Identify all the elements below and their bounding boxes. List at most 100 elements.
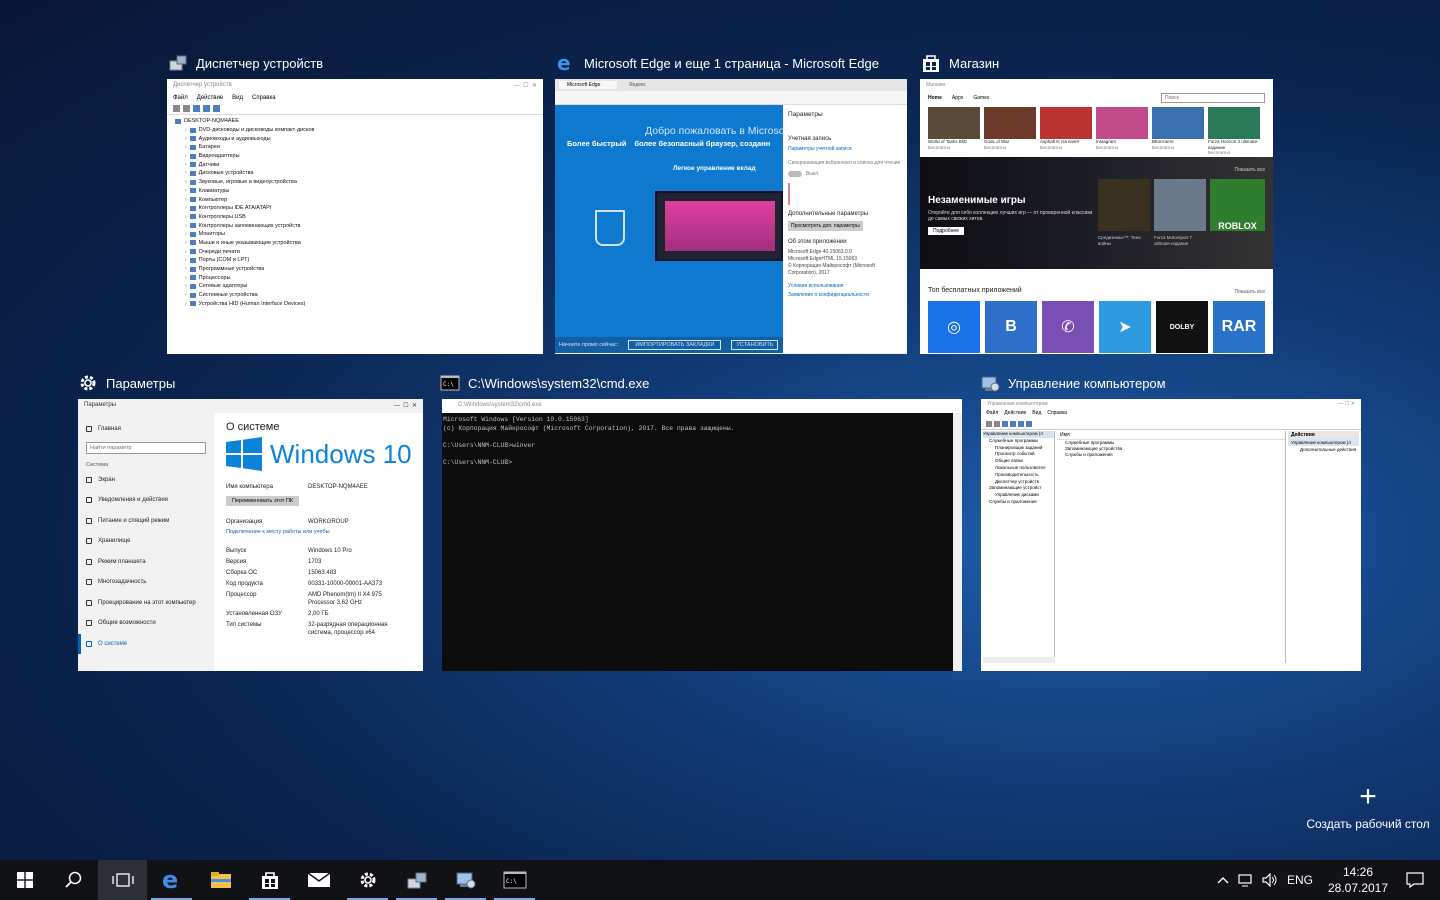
taskbar-cmd[interactable]: C:\ [490, 860, 539, 900]
device-category[interactable]: › Устройства HID (Human Interface Devices… [171, 299, 539, 308]
expand-icon[interactable]: › [185, 153, 187, 159]
task-view-button[interactable] [98, 860, 147, 900]
menu-file[interactable]: Файл [986, 410, 998, 419]
menu-action[interactable]: Действие [197, 95, 223, 101]
sidebar-item[interactable]: Общие возможности [78, 613, 214, 634]
banner-more-button[interactable]: Подробнее [928, 227, 964, 235]
store-search-input[interactable]: Поиск [1161, 93, 1265, 103]
game-cover[interactable] [1098, 179, 1150, 231]
tab-yandex[interactable]: Яндекс [621, 81, 654, 89]
top-app-card[interactable]: Forza Horizon 3 ultimate-издание Бесплатн… [1208, 107, 1260, 161]
action-item[interactable]: Управление компьютером (л [1288, 439, 1359, 446]
expand-icon[interactable]: › [185, 223, 187, 229]
device-category[interactable]: › Дисковые устройства [171, 169, 539, 178]
tree-node[interactable]: Служебные программы [983, 438, 1054, 445]
console-scrollbar[interactable] [953, 413, 962, 671]
device-category[interactable]: › Аудиовходы и аудиовыходы [171, 134, 539, 143]
expand-icon[interactable]: › [185, 205, 187, 211]
taskbar-edge[interactable]: e [147, 860, 196, 900]
tree-node[interactable]: Службы и приложения [983, 499, 1054, 506]
settings-caption[interactable]: Параметры [78, 372, 175, 394]
settings-search-input[interactable]: Найти параметр [86, 441, 206, 454]
expand-icon[interactable]: › [185, 257, 187, 263]
device-category[interactable]: › DVD-дисководы и дисководы компакт-диско… [171, 126, 539, 135]
search-button[interactable] [49, 860, 98, 900]
tree-root[interactable]: DESKTOP-NQM4AEE [171, 117, 539, 126]
chevron-up-icon[interactable] [1212, 876, 1234, 884]
expand-icon[interactable]: › [185, 275, 187, 281]
expand-icon[interactable]: › [185, 214, 187, 220]
network-icon[interactable] [1234, 873, 1258, 887]
tree-node[interactable]: Управление компьютером (л [983, 431, 1054, 438]
edge-thumbnail[interactable]: Microsoft Edge Яндекс Добро пожаловать в… [555, 79, 907, 354]
terms-link[interactable]: Условия использования [788, 283, 902, 289]
volume-icon[interactable] [1258, 873, 1282, 887]
nav-home[interactable]: Home [928, 95, 942, 101]
device-category[interactable]: › Процессоры [171, 273, 539, 282]
advanced-button[interactable]: Просмотреть доп. параметры [788, 221, 863, 231]
free-app-tile[interactable]: B [985, 301, 1037, 353]
device-category[interactable]: › Батареи [171, 143, 539, 152]
expand-icon[interactable]: › [185, 127, 187, 133]
free-apps-show-all[interactable]: Показать все [1234, 289, 1265, 295]
taskbar-file-explorer[interactable] [196, 860, 245, 900]
sidebar-item-home[interactable]: Главная [78, 419, 214, 440]
connect-work-link[interactable]: Подключение к месту работы или учебы [226, 529, 416, 535]
expand-icon[interactable]: › [185, 188, 187, 194]
install-button[interactable]: УСТАНОВИТЬ [731, 340, 779, 350]
top-app-card[interactable]: Gods of War Бесплатно [984, 107, 1036, 161]
address-bar[interactable] [555, 91, 907, 105]
device-category[interactable]: › Контроллеры запоминающих устройств [171, 221, 539, 230]
menu-view[interactable]: Вид [1032, 410, 1041, 419]
sidebar-item[interactable]: Проецирование на этот компьютер [78, 593, 214, 614]
device-category[interactable]: › Порты (COM и LPT) [171, 256, 539, 265]
tree-node[interactable]: Диспетчер устройств [983, 479, 1054, 486]
device-category[interactable]: › Клавиатуры [171, 187, 539, 196]
sidebar-item[interactable]: Уведомления и действия [78, 490, 214, 511]
compmgmt-thumbnail[interactable]: Управление компьютером — ☐ ✕ Файл Действи… [981, 399, 1361, 671]
back-icon[interactable] [986, 421, 992, 427]
sync-toggle[interactable] [788, 171, 802, 177]
expand-icon[interactable]: › [185, 179, 187, 185]
nav-games[interactable]: Games [973, 95, 989, 101]
menu-help[interactable]: Справка [252, 95, 276, 101]
expand-icon[interactable]: › [185, 301, 187, 307]
free-app-tile[interactable]: ◎ [928, 301, 980, 353]
sidebar-item[interactable]: Многозадачность [78, 572, 214, 593]
taskbar-computer-management[interactable] [441, 860, 490, 900]
expand-icon[interactable]: › [185, 144, 187, 150]
device-category[interactable]: › Мониторы [171, 230, 539, 239]
banner-show-all[interactable]: Показать все [1234, 167, 1265, 173]
free-app-tile[interactable]: RAR [1213, 301, 1265, 353]
expand-icon[interactable]: › [185, 283, 187, 289]
rename-pc-button[interactable]: Переименовать этот ПК [226, 496, 300, 506]
expand-icon[interactable]: › [185, 197, 187, 203]
clock[interactable]: 14:26 28.07.2017 [1326, 864, 1390, 896]
tree-node[interactable]: Общие папки [983, 458, 1054, 465]
free-app-tile[interactable]: DOLBY [1156, 301, 1208, 353]
expand-icon[interactable]: › [185, 292, 187, 298]
tree-scrollbar[interactable] [983, 657, 1055, 663]
action-item[interactable]: Дополнительные действия [1288, 446, 1359, 453]
cmd-caption[interactable]: C:\ C:\Windows\system32\cmd.exe [440, 372, 649, 394]
menu-file[interactable]: Файл [173, 95, 188, 101]
game-cover-roblox[interactable]: ROBLOX [1210, 179, 1265, 231]
device-category[interactable]: › Видеоадаптеры [171, 152, 539, 161]
start-button[interactable] [0, 860, 49, 900]
game-cover[interactable] [1154, 179, 1206, 231]
taskbar-store[interactable] [245, 860, 294, 900]
device-category[interactable]: › Датчики [171, 160, 539, 169]
compmgmt-caption[interactable]: Управление компьютером [980, 372, 1166, 394]
device-category[interactable]: › Сетевые адаптеры [171, 282, 539, 291]
tree-node[interactable]: Планировщик заданий [983, 445, 1054, 452]
menu-view[interactable]: Вид [232, 95, 243, 101]
list-header[interactable]: Имя [1057, 431, 1285, 440]
tree-node[interactable]: Запоминающие устройст [983, 485, 1054, 492]
top-app-card[interactable]: Asphalt 8: На взлет Бесплатно [1040, 107, 1092, 161]
edge-caption[interactable]: e Microsoft Edge и еще 1 страница - Micr… [556, 52, 879, 74]
action-center-icon[interactable] [1390, 872, 1440, 888]
device-category[interactable]: › Системные устройства [171, 291, 539, 300]
help-icon[interactable] [203, 105, 210, 112]
list-item[interactable]: Службы и приложения [1057, 452, 1285, 458]
help-icon[interactable] [1018, 421, 1024, 427]
